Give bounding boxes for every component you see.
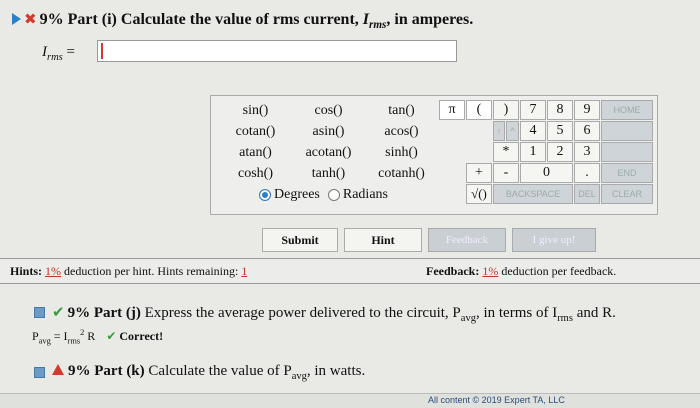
func-acos[interactable]: acos() [365,124,438,140]
func-tan[interactable]: tan() [365,103,438,119]
key-4[interactable]: 4 [520,121,546,141]
func-cotanh[interactable]: cotanh() [365,166,438,182]
key-backspace[interactable]: BACKSPACE [493,184,573,204]
function-grid: sin() cos() tan() cotan() asin() acos() … [219,100,439,206]
key-7[interactable]: 7 [520,100,546,120]
check-icon: ✔ [52,303,65,321]
key-end[interactable]: END [601,163,653,183]
calculator-panel: sin() cos() tan() cotan() asin() acos() … [210,95,658,215]
radians-radio[interactable] [327,189,340,201]
key-6[interactable]: 6 [574,121,600,141]
key-rparen[interactable]: ) [493,100,519,120]
footer-bar: All content © 2019 Expert TA, LLC [0,393,700,408]
footer-copyright[interactable]: All content © 2019 Expert TA, LLC [428,395,565,405]
part-k-status-icon [34,367,45,378]
key-minus[interactable]: - [493,163,519,183]
submit-button[interactable]: Submit [262,228,338,252]
key-pi[interactable]: π [439,100,465,120]
func-atan[interactable]: atan() [219,145,292,161]
key-9[interactable]: 9 [574,100,600,120]
key-1[interactable]: 1 [520,142,546,162]
degrees-radio[interactable] [259,189,271,201]
key-8[interactable]: 8 [547,100,573,120]
func-tanh[interactable]: tanh() [292,166,365,182]
func-cos[interactable]: cos() [292,103,365,119]
expand-arrow-icon[interactable] [12,13,21,25]
feedback-info: Feedback: 1% deduction per feedback. [426,264,617,278]
radians-label: Radians [342,187,388,202]
func-sinh[interactable]: sinh() [365,145,438,161]
key-dot[interactable]: . [574,163,600,183]
key-sqrt[interactable]: √() [466,184,492,204]
warning-icon [52,364,64,375]
hints-feedback-bar: Hints: 1% deduction per hint. Hints rema… [0,258,700,284]
correct-check-icon: ✔ [106,329,117,343]
incorrect-x-icon: ✖ [24,10,37,28]
part-i-title: ✖ 9% Part (i) Calculate the value of rms … [12,10,473,31]
key-blank-2 [601,142,653,162]
key-up-arrow-icon[interactable]: ↑ [493,121,505,141]
key-multiply[interactable]: * [493,142,519,162]
func-sin[interactable]: sin() [219,103,292,119]
key-clear[interactable]: CLEAR [601,184,653,204]
key-blank-1 [601,121,653,141]
key-0[interactable]: 0 [520,163,573,183]
key-3[interactable]: 3 [574,142,600,162]
part-k-title: 9% Part (k) Calculate the value of Pavg,… [52,363,365,382]
answer-input[interactable] [97,40,457,62]
key-caret[interactable]: ^ [506,121,519,141]
text-cursor [101,43,103,59]
degrees-label: Degrees [274,187,320,202]
key-5[interactable]: 5 [547,121,573,141]
hint-button[interactable]: Hint [344,228,422,252]
part-j-title: ✔ 9% Part (j) Express the average power d… [52,303,616,324]
key-home[interactable]: HOME [601,100,653,120]
answer-label: Irms = [42,44,75,63]
hints-info: Hints: 1% deduction per hint. Hints rema… [10,264,248,278]
key-lparen[interactable]: ( [466,100,492,120]
key-2[interactable]: 2 [547,142,573,162]
part-j-answer: Pavg = Irms2 R ✔ Correct! [32,328,164,346]
func-cosh[interactable]: cosh() [219,166,292,182]
key-plus[interactable]: + [466,163,492,183]
func-acotan[interactable]: acotan() [292,145,365,161]
part-j-status-icon [34,307,45,318]
func-cotan[interactable]: cotan() [219,124,292,140]
func-asin[interactable]: asin() [292,124,365,140]
key-del[interactable]: DEL [574,184,600,204]
give-up-button[interactable]: I give up! [512,228,596,252]
feedback-button[interactable]: Feedback [428,228,506,252]
